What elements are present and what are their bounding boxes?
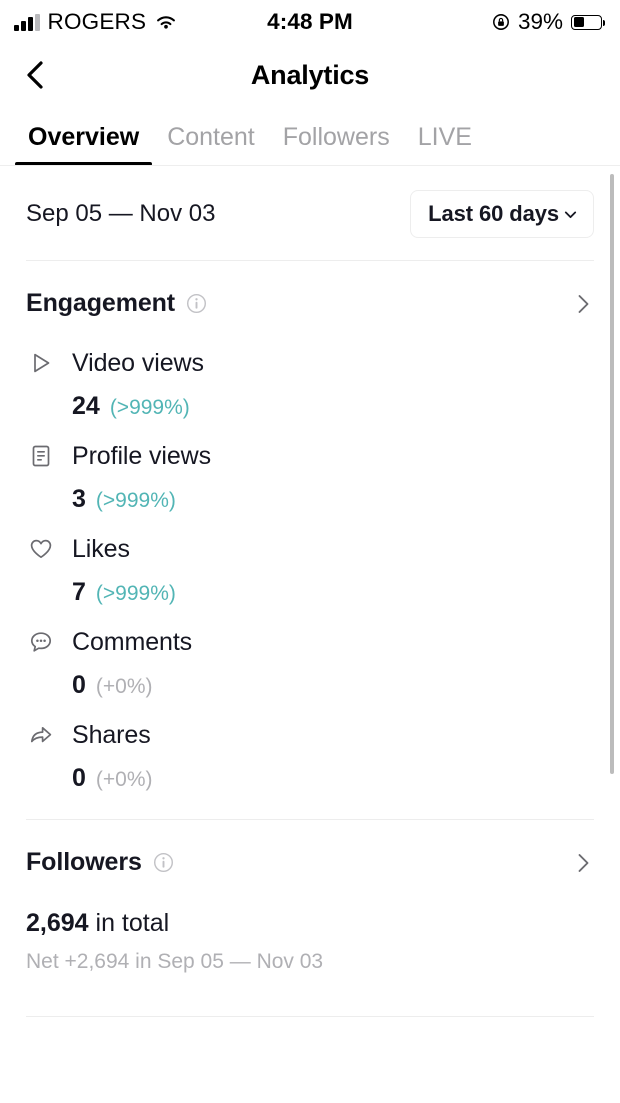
chevron-down-icon (564, 211, 577, 218)
metric-likes-head: Likes (26, 532, 594, 566)
metric-likes-value: 7 (72, 578, 86, 606)
metric-comments[interactable]: Comments 0 (+0%) (0, 607, 620, 700)
engagement-section-header[interactable]: Engagement (0, 261, 620, 328)
metric-likes[interactable]: Likes 7 (>999%) (0, 514, 620, 607)
signal-bars-icon (14, 13, 40, 31)
analytics-screen: ROGERS 4:48 PM 39% Analytics Overview Co… (0, 0, 620, 1103)
document-lines-icon (26, 441, 56, 471)
metric-shares-label: Shares (72, 720, 151, 749)
metric-video-views-values: 24 (>999%) (26, 392, 594, 421)
page-title: Analytics (250, 59, 370, 90)
tab-followers[interactable]: Followers (269, 123, 404, 166)
date-range-selector[interactable]: Last 60 days (410, 190, 594, 238)
metric-shares-value: 0 (72, 764, 86, 792)
status-bar: ROGERS 4:48 PM 39% (0, 0, 620, 44)
play-triangle-icon (26, 348, 56, 378)
metric-profile-views-head: Profile views (26, 439, 594, 473)
date-range-label: Sep 05 — Nov 03 (26, 200, 216, 227)
battery-icon (571, 14, 606, 30)
metric-profile-views-value: 3 (72, 485, 86, 513)
analytics-scroll-container[interactable]: Sep 05 — Nov 03 Last 60 days Engagement (0, 166, 620, 1103)
date-range-selector-label: Last 60 days (428, 201, 559, 226)
metric-comments-values: 0 (+0%) (26, 671, 594, 700)
tab-content[interactable]: Content (153, 123, 269, 166)
comment-bubble-icon (26, 627, 56, 657)
tab-bar: Overview Content Followers LIVE (0, 106, 620, 166)
metric-comments-head: Comments (26, 625, 594, 659)
metric-video-views-head: Video views (26, 346, 594, 380)
metric-video-views-delta: (>999%) (109, 396, 190, 419)
status-bar-right: 39% (492, 9, 606, 35)
followers-total-count: 2,694 (26, 909, 89, 937)
clock-label: 4:48 PM (267, 9, 353, 34)
tab-overview[interactable]: Overview (14, 123, 153, 166)
carrier-label: ROGERS (47, 9, 147, 34)
metric-profile-views-label: Profile views (72, 441, 212, 470)
metric-shares[interactable]: Shares 0 (+0%) (0, 700, 620, 793)
navigation-bar: Analytics (0, 44, 620, 106)
back-button[interactable] (22, 56, 60, 94)
status-bar-left: ROGERS (14, 9, 178, 35)
followers-info-circle-icon[interactable] (153, 852, 174, 873)
followers-section: Followers 2,694 in total Net +2,694 in S… (0, 820, 620, 990)
metric-profile-views-values: 3 (>999%) (26, 485, 594, 514)
followers-net-change: Net +2,694 in Sep 05 — Nov 03 (26, 950, 324, 973)
metric-profile-views[interactable]: Profile views 3 (>999%) (0, 421, 620, 514)
metric-shares-values: 0 (+0%) (26, 764, 594, 793)
metric-comments-delta: (+0%) (95, 675, 153, 698)
followers-total-suffix: in total (88, 909, 170, 937)
tab-live[interactable]: LIVE (404, 123, 486, 166)
metric-video-views-label: Video views (72, 348, 204, 377)
metric-likes-label: Likes (72, 534, 130, 563)
metric-profile-views-delta: (>999%) (95, 489, 176, 512)
metric-shares-delta: (+0%) (95, 768, 153, 791)
metric-comments-value: 0 (72, 671, 86, 699)
metric-likes-values: 7 (>999%) (26, 578, 594, 607)
metric-shares-head: Shares (26, 718, 594, 752)
date-filter-row: Sep 05 — Nov 03 Last 60 days (0, 166, 620, 260)
followers-title: Followers (26, 848, 142, 876)
rotation-lock-icon (492, 14, 509, 30)
engagement-chevron-right-icon[interactable] (572, 293, 594, 315)
chevron-left-icon (27, 61, 43, 89)
info-circle-icon[interactable] (186, 293, 207, 314)
metric-video-views[interactable]: Video views 24 (>999%) (0, 328, 620, 421)
followers-chevron-right-icon[interactable] (572, 852, 594, 874)
heart-icon (26, 534, 56, 564)
followers-total-row: 2,694 in total (0, 887, 620, 938)
wifi-icon (157, 16, 176, 29)
metric-comments-label: Comments (72, 627, 193, 656)
vertical-scrollbar[interactable] (610, 174, 614, 774)
battery-percent-label: 39% (517, 9, 563, 34)
followers-section-header[interactable]: Followers (0, 820, 620, 887)
metric-video-views-value: 24 (72, 392, 100, 420)
divider-below-followers (26, 1016, 594, 1017)
metric-likes-delta: (>999%) (95, 582, 176, 605)
engagement-title: Engagement (26, 289, 176, 317)
share-arrow-icon (26, 720, 56, 750)
